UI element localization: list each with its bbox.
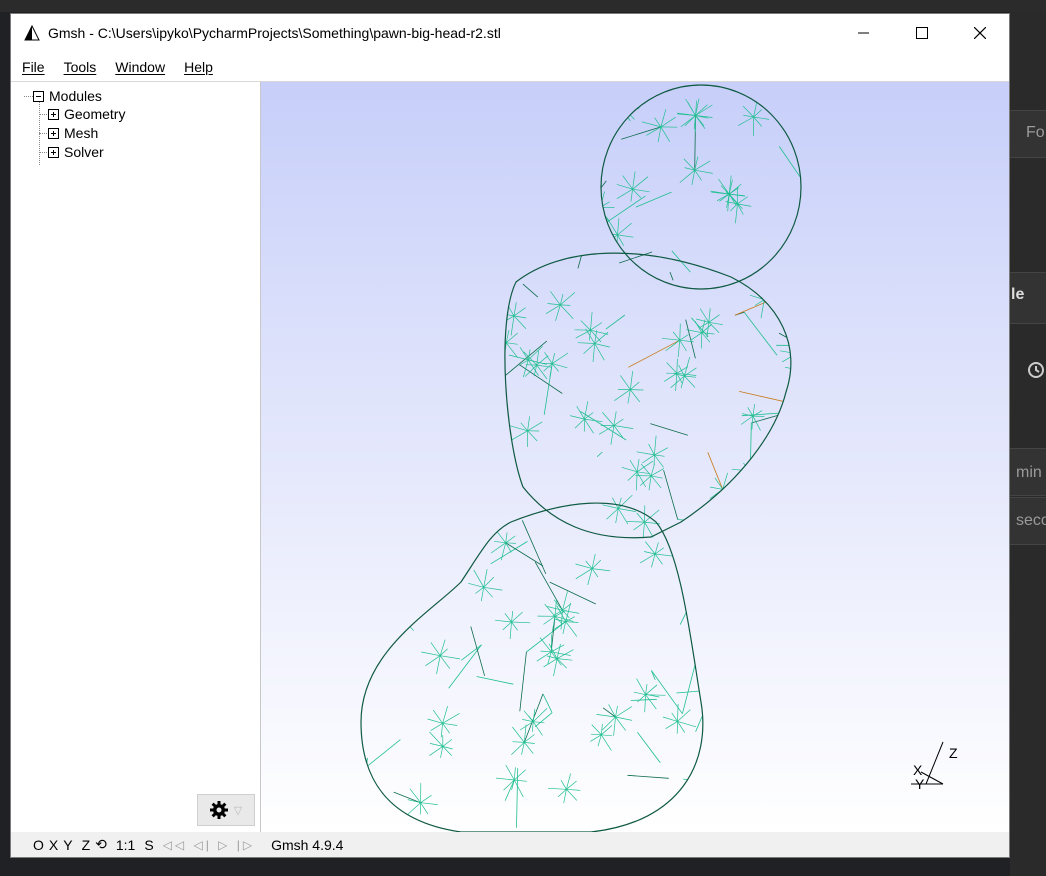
gmsh-app-icon	[24, 25, 40, 41]
maximize-button[interactable]	[893, 14, 951, 52]
tree-item-mesh[interactable]: Mesh	[48, 124, 98, 142]
tree-item-label: Solver	[64, 144, 104, 160]
menu-file[interactable]: File	[11, 59, 53, 75]
tree-connector	[24, 96, 33, 97]
tree-item-label: Modules	[49, 88, 102, 104]
graphics-viewport[interactable]: Z X Y	[261, 82, 1009, 832]
view-z-button[interactable]: Z	[82, 837, 91, 853]
select-s-button[interactable]: S	[144, 837, 153, 853]
pawn-mesh-wireframe: Z X Y	[360, 84, 958, 832]
background-label: le	[1011, 286, 1025, 303]
menu-tools[interactable]: Tools	[53, 59, 105, 75]
tree-item-modules[interactable]: Modules	[33, 87, 102, 105]
expand-icon[interactable]	[48, 108, 59, 120]
view-x-button[interactable]: X	[49, 837, 58, 853]
window-title: Gmsh - C:\Users\ipyko\PycharmProjects\So…	[48, 25, 501, 41]
tree-item-label: Geometry	[64, 106, 126, 122]
gmsh-window: Gmsh - C:\Users\ipyko\PycharmProjects\So…	[10, 13, 1010, 858]
minimize-button[interactable]	[835, 14, 893, 52]
background-label: Fo	[1026, 124, 1045, 141]
axis-z-label: Z	[949, 745, 958, 761]
rotate-icon[interactable]: ⟲	[95, 836, 107, 853]
minimize-icon	[858, 32, 869, 34]
scale-button[interactable]: 1:1	[116, 837, 135, 853]
menu-bar: File Tools Window Help	[11, 52, 1009, 82]
tree-item-label: Mesh	[64, 125, 99, 141]
gear-icon	[209, 801, 228, 819]
view-o-button[interactable]: O	[33, 837, 44, 853]
axis-y-label: Y	[915, 776, 925, 792]
animation-nav-buttons[interactable]: ◁◁ ◁| ▷ |▷	[163, 838, 255, 852]
menu-window[interactable]: Window	[104, 59, 173, 75]
expand-icon[interactable]	[48, 127, 59, 139]
expand-icon[interactable]	[48, 146, 59, 158]
dropdown-arrow-icon: ▽	[233, 804, 243, 817]
module-tree-panel: Modules Geometry Mesh Solver	[11, 82, 261, 832]
background-taskbar-strip	[0, 0, 1046, 12]
status-bar: O X Y Z ⟲ 1:1 S ◁◁ ◁| ▷ |▷ Gmsh 4.9.4	[11, 832, 1009, 857]
background-label: seco	[1016, 512, 1046, 529]
collapse-icon[interactable]	[33, 90, 44, 102]
options-gear-button[interactable]: ▽	[197, 794, 255, 826]
tree-connector	[39, 133, 47, 134]
tree-item-solver[interactable]: Solver	[48, 143, 104, 161]
tree-connector	[39, 114, 47, 115]
maximize-icon	[916, 27, 928, 39]
tree-item-geometry[interactable]: Geometry	[48, 105, 125, 123]
view-y-button[interactable]: Y	[63, 837, 72, 853]
history-icon	[1028, 362, 1044, 378]
menu-help[interactable]: Help	[173, 59, 221, 75]
background-label: min	[1016, 464, 1042, 481]
status-message: Gmsh 4.9.4	[271, 836, 344, 853]
tree-connector	[39, 152, 47, 153]
close-button[interactable]	[951, 14, 1009, 52]
close-icon	[974, 27, 986, 39]
title-bar[interactable]: Gmsh - C:\Users\ipyko\PycharmProjects\So…	[11, 14, 1009, 52]
axes-indicator: Z X Y	[911, 741, 958, 792]
